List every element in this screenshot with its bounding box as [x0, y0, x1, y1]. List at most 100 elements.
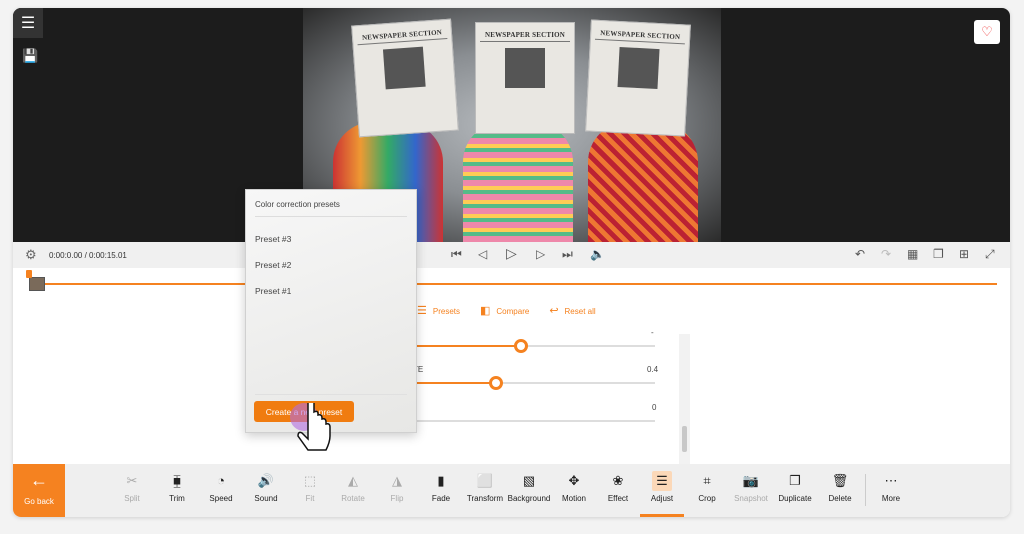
compare-button[interactable]: ◧ Compare	[480, 304, 529, 317]
tool-flip-button[interactable]: ◮ Flip	[375, 464, 419, 517]
newspaper: NEWSPAPER SECTION	[351, 18, 459, 138]
newspaper-photo	[382, 46, 426, 90]
play-icon[interactable]: ▷	[506, 245, 517, 262]
tool-trim-button[interactable]: ⧯ Trim	[155, 464, 199, 517]
newspaper-masthead: NEWSPAPER SECTION	[594, 28, 686, 45]
slider-3[interactable]	[413, 420, 655, 422]
compare-icon: ◧	[480, 305, 491, 317]
slider-knob[interactable]	[489, 376, 503, 390]
save-icon[interactable]: 💾	[22, 48, 38, 64]
compare-label: Compare	[496, 307, 530, 316]
slider-value: 0	[652, 403, 657, 412]
tool-fade-button[interactable]: ▮ Fade	[419, 464, 463, 517]
clip-thumbnail[interactable]	[29, 277, 45, 291]
slider-knob[interactable]	[514, 339, 528, 353]
tool-sound-button[interactable]: 🔊 Sound	[244, 464, 288, 517]
adjust-icon: ☰	[652, 471, 672, 491]
slider-2[interactable]	[413, 376, 655, 390]
tool-label: Split	[124, 494, 140, 503]
scrollbar[interactable]	[679, 334, 690, 464]
tool-label: Trim	[169, 494, 185, 503]
motion-icon: ✥	[568, 473, 580, 488]
tool-snapshot-button[interactable]: 📷 Snapshot	[729, 464, 773, 517]
tool-label: Crop	[698, 494, 716, 503]
tool-label: Effect	[607, 494, 629, 503]
newspaper-photo	[505, 48, 545, 88]
preset-item[interactable]: Preset #1	[255, 286, 291, 296]
tool-label: Duplicate	[778, 494, 812, 503]
tool-label: Rotate	[341, 494, 365, 503]
fade-icon: ▮	[437, 473, 445, 488]
reset-all-button[interactable]: ↩ Reset all	[549, 304, 595, 317]
tool-label: Fade	[431, 494, 451, 503]
popup-title: Color correction presets	[255, 200, 340, 209]
grid-icon[interactable]: ⊞	[959, 247, 969, 261]
crop-icon: ⌗	[703, 473, 711, 488]
fullscreen-icon[interactable]: ⤢	[985, 247, 995, 262]
next-frame-icon[interactable]: ▷	[536, 247, 545, 261]
presets-button[interactable]: ☰ Presets	[417, 304, 460, 317]
tool-background-button[interactable]: ▧ Background	[507, 464, 551, 517]
color-presets-popup: Color correction presets Preset #3 Prese…	[245, 189, 417, 433]
tool-motion-button[interactable]: ✥ Motion	[552, 464, 596, 517]
playhead[interactable]	[26, 270, 32, 278]
slider-value: 0.4	[647, 365, 659, 374]
newspaper: NEWSPAPER SECTION	[585, 19, 691, 137]
divider	[865, 474, 866, 506]
more-button[interactable]: ⋯ More	[869, 464, 913, 517]
tool-split-button[interactable]: ✂ Split	[110, 464, 154, 517]
tool-speed-button[interactable]: ◔ Speed	[199, 464, 243, 517]
more-label: More	[881, 494, 901, 503]
rotate-icon: ◭	[348, 473, 358, 488]
preset-item[interactable]: Preset #2	[255, 260, 291, 270]
volume-icon[interactable]: 🔈	[590, 247, 605, 261]
aspect-icon[interactable]: ❐	[933, 247, 944, 261]
go-back-button[interactable]: ← Go back	[13, 464, 65, 517]
prev-frame-icon[interactable]: ◁	[478, 247, 487, 261]
redo-icon[interactable]: ↷	[881, 247, 891, 261]
settings-icon[interactable]: ⚙	[25, 247, 37, 263]
person-middle	[463, 122, 573, 242]
slider-1[interactable]	[413, 339, 655, 353]
tool-effect-button[interactable]: ❀ Effect	[596, 464, 640, 517]
undo-icon[interactable]: ↶	[855, 247, 865, 261]
sound-icon: 🔊	[257, 473, 275, 488]
person-right	[588, 122, 698, 242]
tool-rotate-button[interactable]: ◭ Rotate	[331, 464, 375, 517]
tool-crop-button[interactable]: ⌗ Crop	[685, 464, 729, 517]
delete-icon: 🗑	[831, 473, 849, 488]
tool-fit-button[interactable]: ⬚ Fit	[288, 464, 332, 517]
video-preview: NEWSPAPER SECTION NEWSPAPER SECTION NEWS…	[13, 8, 1010, 242]
adjust-tools: ☰ Presets ◧ Compare ↩ Reset all	[417, 304, 596, 317]
background-icon: ▧	[522, 473, 536, 488]
bottom-toolbar: ← Go back ✂ Split ⧯ Trim ◔ Speed 🔊 Sound ⬚ Fit ◭ Rot…	[13, 464, 1010, 517]
feedback-icon[interactable]: ♡	[974, 20, 1000, 44]
tool-label: Speed	[209, 494, 233, 503]
tool-delete-button[interactable]: 🗑 Delete	[818, 464, 862, 517]
hamburger-menu-icon[interactable]: ☰	[13, 8, 43, 38]
transform-icon: ⬜	[476, 473, 494, 488]
tool-label: Motion	[561, 494, 586, 503]
tool-label: Delete	[828, 494, 852, 503]
skip-end-icon[interactable]: ⏭	[562, 247, 573, 262]
checker-icon[interactable]: ▦	[907, 247, 918, 261]
sliders-icon: ☰	[417, 305, 427, 317]
snapshot-icon: 📷	[742, 473, 760, 488]
timeline[interactable]	[13, 268, 1010, 298]
tool-duplicate-button[interactable]: ❐ Duplicate	[773, 464, 817, 517]
tool-label: Flip	[390, 494, 404, 503]
tool-label: Background	[507, 494, 551, 503]
fit-icon: ⬚	[303, 473, 317, 488]
newspaper-masthead: NEWSPAPER SECTION	[480, 31, 570, 42]
tool-label: Transform	[466, 494, 504, 503]
skip-start-icon[interactable]: ⏮	[451, 247, 462, 262]
tool-adjust-button[interactable]: ☰ Adjust	[640, 464, 684, 517]
time-display: 0:00:0.00 / 0:00:15.01	[49, 251, 127, 260]
newspaper-photo	[617, 46, 660, 90]
preset-item[interactable]: Preset #3	[255, 234, 291, 244]
tool-transform-button[interactable]: ⬜ Transform	[463, 464, 507, 517]
reset-icon: ↩	[549, 305, 559, 317]
playback-bar: ⚙ 0:00:0.00 / 0:00:15.01 ⏮ ◁ ▷ ▷ ⏭ 🔈 ↶ ↷…	[13, 242, 1010, 268]
duplicate-icon: ❐	[789, 473, 801, 488]
tool-label: Snapshot	[734, 494, 768, 503]
